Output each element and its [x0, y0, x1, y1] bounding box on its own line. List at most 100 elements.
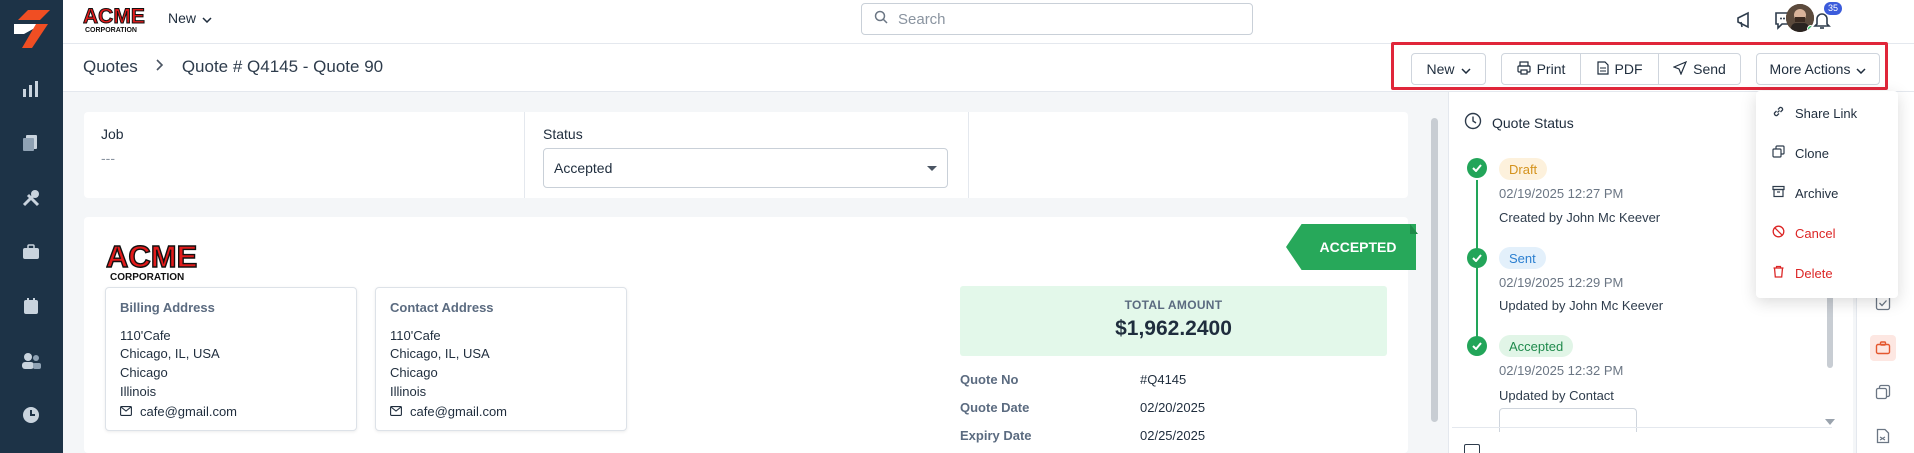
menu-item-share-link-label: Share Link	[1795, 105, 1858, 121]
menu-item-cancel-label: Cancel	[1795, 225, 1836, 241]
user-avatar[interactable]	[1786, 4, 1814, 32]
svg-text:CORPORATION: CORPORATION	[110, 272, 184, 282]
jobs-briefcase-icon[interactable]	[20, 241, 42, 263]
check-circle-icon	[1467, 158, 1487, 178]
calculator-file-icon[interactable]	[1872, 425, 1894, 447]
dashboard-icon[interactable]	[20, 78, 42, 100]
breadcrumb: Quotes Quote # Q4145 - Quote 90	[83, 57, 383, 77]
archive-box-icon	[1772, 185, 1785, 201]
more-actions-label: More Actions	[1769, 61, 1851, 77]
menu-item-share-link[interactable]: Share Link	[1772, 105, 1857, 121]
svg-text:ACME: ACME	[83, 5, 145, 28]
expiry-date-value: 02/25/2025	[1140, 428, 1206, 443]
accepted-status-ribbon: ACCEPTED	[1286, 224, 1416, 270]
pdf-button[interactable]: PDF	[1580, 53, 1659, 85]
billing-line-1: 110'Cafe	[120, 328, 171, 343]
status-label: Status	[543, 126, 583, 142]
expiry-date-label: Expiry Date	[960, 428, 1032, 443]
main-scrollbar-thumb[interactable]	[1431, 118, 1438, 422]
link-icon	[1772, 105, 1785, 121]
contact-line-3: Chicago	[390, 365, 438, 380]
contact-line-1: 110'Cafe	[390, 328, 441, 343]
timeline-time-accepted: 02/19/2025 12:32 PM	[1499, 363, 1624, 378]
menu-item-delete[interactable]: Delete	[1772, 265, 1833, 281]
timeline-time-sent: 02/19/2025 12:29 PM	[1499, 275, 1624, 290]
trash-icon	[1772, 265, 1785, 281]
contact-email-text: cafe@gmail.com	[410, 404, 508, 419]
menu-item-archive-label: Archive	[1795, 185, 1839, 201]
chevron-right-icon	[156, 58, 164, 76]
menu-item-clone-label: Clone	[1795, 145, 1829, 161]
check-circle-icon	[1467, 336, 1487, 356]
pdf-button-label: PDF	[1614, 61, 1643, 77]
panel-divider	[1452, 427, 1832, 428]
menu-item-delete-label: Delete	[1795, 265, 1833, 281]
new-button-label: New	[1426, 61, 1455, 77]
pdf-file-icon	[1596, 60, 1609, 78]
send-button-label: Send	[1693, 61, 1726, 77]
contact-email: cafe@gmail.com	[390, 404, 507, 419]
billing-line-2: Chicago, IL, USA	[120, 346, 220, 361]
contact-line-2: Chicago, IL, USA	[390, 346, 490, 361]
documents-icon[interactable]	[20, 132, 42, 154]
job-value: ---	[101, 150, 115, 166]
quote-status-title: Quote Status	[1492, 114, 1574, 131]
billing-address-title: Billing Address	[120, 300, 215, 315]
quote-no-label: Quote No	[960, 372, 1019, 387]
briefcase-active-icon[interactable]	[1870, 335, 1896, 361]
top-bar: ACME CORPORATION New 35	[63, 0, 1914, 44]
svg-text:CORPORATION: CORPORATION	[85, 27, 137, 34]
svg-text:ACME: ACME	[106, 240, 197, 274]
menu-item-archive[interactable]: Archive	[1772, 185, 1838, 201]
menu-item-cancel[interactable]: Cancel	[1772, 225, 1835, 241]
calendar-icon[interactable]	[20, 295, 42, 317]
scroll-down-arrow-icon[interactable]	[1825, 412, 1835, 430]
clone-icon	[1772, 145, 1785, 161]
billing-email: cafe@gmail.com	[120, 404, 237, 419]
print-button-label: Print	[1536, 61, 1566, 77]
cancel-ban-icon	[1772, 225, 1785, 241]
timeline-desc-sent: Updated by John Mc Keever	[1499, 298, 1664, 313]
time-clock-icon[interactable]	[20, 404, 42, 426]
quote-date-label: Quote Date	[960, 400, 1030, 415]
partial-button-box[interactable]	[1499, 408, 1637, 432]
job-column	[84, 112, 525, 198]
timeline-desc-draft: Created by John Mc Keever	[1499, 210, 1661, 225]
status-selected-value: Accepted	[554, 160, 613, 176]
job-label: Job	[101, 126, 124, 142]
announcements-megaphone-icon[interactable]	[1734, 8, 1758, 32]
breadcrumb-quotes-link[interactable]: Quotes	[83, 57, 138, 77]
menu-item-clone[interactable]: Clone	[1772, 145, 1829, 161]
main-scrollbar[interactable]	[1430, 96, 1440, 426]
print-button[interactable]: Print	[1501, 53, 1581, 85]
contact-address-title: Contact Address	[390, 300, 494, 315]
acme-quote-logo: ACME CORPORATION	[105, 238, 210, 287]
acme-brand-logo[interactable]: ACME CORPORATION	[83, 4, 149, 35]
status-pill-draft: Draft	[1499, 158, 1548, 180]
mail-icon	[120, 404, 132, 419]
customers-icon[interactable]	[20, 350, 42, 372]
search-box[interactable]	[861, 3, 1253, 35]
ribbon-label: ACCEPTED	[1319, 239, 1397, 255]
search-input[interactable]	[898, 10, 1228, 28]
app-logo-icon[interactable]	[14, 10, 50, 48]
history-clock-icon	[1464, 112, 1482, 133]
new-button[interactable]: New	[1411, 53, 1486, 85]
status-pill-accepted: Accepted	[1499, 335, 1574, 357]
total-amount-label: TOTAL AMOUNT	[1124, 298, 1223, 312]
status-select[interactable]: Accepted	[543, 148, 948, 188]
tools-icon[interactable]	[20, 187, 42, 209]
total-amount-value: $1,962.2400	[1115, 317, 1232, 340]
chevron-down-icon	[1460, 61, 1471, 77]
search-icon	[874, 10, 888, 29]
send-button[interactable]: Send	[1658, 53, 1741, 85]
send-paper-plane-icon	[1672, 60, 1688, 78]
new-menu-button[interactable]: New	[168, 10, 212, 26]
chevron-down-icon	[1856, 61, 1866, 77]
mail-icon	[390, 404, 402, 419]
timeline-desc-accepted: Updated by Contact	[1499, 388, 1614, 403]
more-actions-button[interactable]: More Actions	[1756, 53, 1880, 85]
contact-address-card: Contact Address 110'Cafe Chicago, IL, US…	[375, 287, 627, 431]
caret-down-icon	[927, 166, 937, 171]
copy-documents-icon[interactable]	[1872, 381, 1894, 403]
